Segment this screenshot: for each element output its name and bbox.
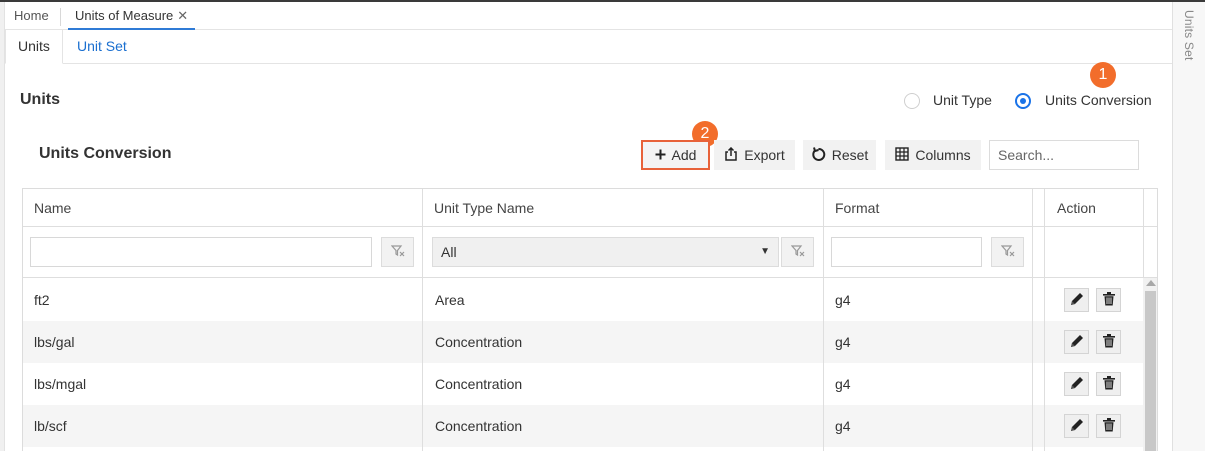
page-title: Units	[20, 91, 60, 108]
cell-unit-type: Concentration	[435, 376, 523, 392]
step-callout-1: 1	[1090, 62, 1116, 88]
table-row[interactable]: lb/scf Concentration g4	[23, 405, 1143, 447]
sub-tabs: Units Unit Set	[5, 30, 1172, 64]
subtab-unit-set[interactable]: Unit Set	[65, 30, 139, 64]
radio-units-conversion[interactable]	[1015, 93, 1031, 109]
cell-format: g4	[835, 334, 851, 350]
trash-icon	[1102, 333, 1115, 351]
pencil-icon	[1069, 291, 1085, 310]
add-button[interactable]: Add	[641, 140, 710, 170]
filter-clear-icon	[390, 244, 405, 261]
cell-name: lbs/gal	[34, 334, 75, 350]
grid-header-row: Name Unit Type Name Format Action	[23, 189, 1157, 227]
edit-button[interactable]	[1064, 372, 1089, 396]
reset-button-label: Reset	[831, 147, 869, 163]
add-button-label: Add	[671, 147, 697, 163]
reset-icon	[811, 146, 826, 164]
column-header-action: Action	[1057, 200, 1096, 216]
cell-unit-type: Concentration	[435, 418, 523, 434]
pencil-icon	[1069, 417, 1085, 436]
delete-button[interactable]	[1096, 288, 1121, 312]
tab-units-of-measure-label: Units of Measure	[75, 8, 174, 23]
column-divider	[422, 189, 423, 451]
cell-format: g4	[835, 418, 851, 434]
filter-clear-icon	[790, 244, 805, 261]
unit-type-filter-value: All	[441, 244, 457, 260]
unit-type-filter-button[interactable]	[781, 237, 814, 267]
table-row[interactable]: ft2 Area g4	[23, 279, 1143, 321]
plus-icon	[655, 148, 666, 162]
trash-icon	[1102, 417, 1115, 435]
radio-unit-type-label[interactable]: Unit Type	[933, 92, 992, 108]
scrollbar-thumb[interactable]	[1145, 291, 1156, 451]
delete-button[interactable]	[1096, 372, 1121, 396]
format-filter-button[interactable]	[991, 237, 1024, 267]
trash-icon	[1102, 375, 1115, 393]
left-edge	[0, 2, 5, 451]
units-conversion-grid: Name Unit Type Name Format Action All ▼ …	[22, 188, 1158, 451]
mode-radio-group: Unit Type Units Conversion	[904, 92, 1158, 110]
edit-button[interactable]	[1064, 288, 1089, 312]
tab-home[interactable]: Home	[14, 2, 49, 30]
column-divider	[1044, 189, 1045, 451]
side-panel-label: Units Set	[1182, 10, 1196, 61]
cell-format: g4	[835, 376, 851, 392]
grid-filter-row: All ▼	[23, 227, 1157, 278]
radio-unit-type[interactable]	[904, 93, 920, 109]
tab-separator	[60, 8, 61, 26]
export-icon	[724, 146, 738, 163]
pencil-icon	[1069, 333, 1085, 352]
name-filter-input[interactable]	[30, 237, 372, 267]
scroll-up-arrow-icon[interactable]	[1146, 280, 1156, 286]
columns-grid-icon	[895, 147, 910, 163]
columns-button[interactable]: Columns	[885, 140, 981, 170]
grid-title: Units Conversion	[39, 145, 172, 162]
cell-unit-type: Area	[435, 292, 465, 308]
cell-format: g4	[835, 292, 851, 308]
trash-icon	[1102, 291, 1115, 309]
table-row[interactable]: lbs/mgal Concentration g4	[23, 363, 1143, 405]
pencil-icon	[1069, 375, 1085, 394]
cell-name: lbs/mgal	[34, 376, 87, 392]
cell-unit-type: Concentration	[435, 334, 523, 350]
column-header-name[interactable]: Name	[34, 189, 71, 227]
units-set-side-panel[interactable]: Units Set	[1172, 2, 1205, 451]
column-header-format[interactable]: Format	[835, 189, 879, 227]
subtab-units-label: Units	[18, 38, 50, 54]
columns-button-label: Columns	[915, 147, 971, 163]
reset-button[interactable]: Reset	[803, 140, 876, 170]
filter-clear-icon	[1000, 244, 1015, 261]
radio-units-conversion-label[interactable]: Units Conversion	[1045, 92, 1152, 108]
dropdown-caret-icon: ▼	[760, 246, 770, 257]
column-header-unit-type-name[interactable]: Unit Type Name	[434, 189, 534, 227]
column-divider	[823, 189, 824, 451]
cell-name: ft2	[34, 292, 50, 308]
search-input[interactable]	[989, 140, 1139, 170]
name-filter-button[interactable]	[381, 237, 414, 267]
cell-name: lb/scf	[34, 418, 67, 434]
delete-button[interactable]	[1096, 330, 1121, 354]
format-filter-input[interactable]	[831, 237, 982, 267]
edit-button[interactable]	[1064, 330, 1089, 354]
edit-button[interactable]	[1064, 414, 1089, 438]
export-button-label: Export	[744, 147, 785, 163]
column-divider	[1032, 189, 1033, 451]
table-row[interactable]: lbs/gal Concentration g4	[23, 321, 1143, 363]
delete-button[interactable]	[1096, 414, 1121, 438]
subtab-units[interactable]: Units	[5, 30, 63, 64]
tab-units-of-measure[interactable]: Units of Measure ✕	[68, 2, 196, 30]
unit-type-filter-select[interactable]: All ▼	[432, 237, 779, 267]
export-button[interactable]: Export	[714, 140, 795, 170]
subtab-unit-set-label: Unit Set	[77, 38, 127, 54]
close-icon[interactable]: ✕	[177, 8, 188, 23]
tab-home-label: Home	[14, 8, 49, 23]
nav-tabs: Home Units of Measure ✕	[5, 2, 1172, 30]
